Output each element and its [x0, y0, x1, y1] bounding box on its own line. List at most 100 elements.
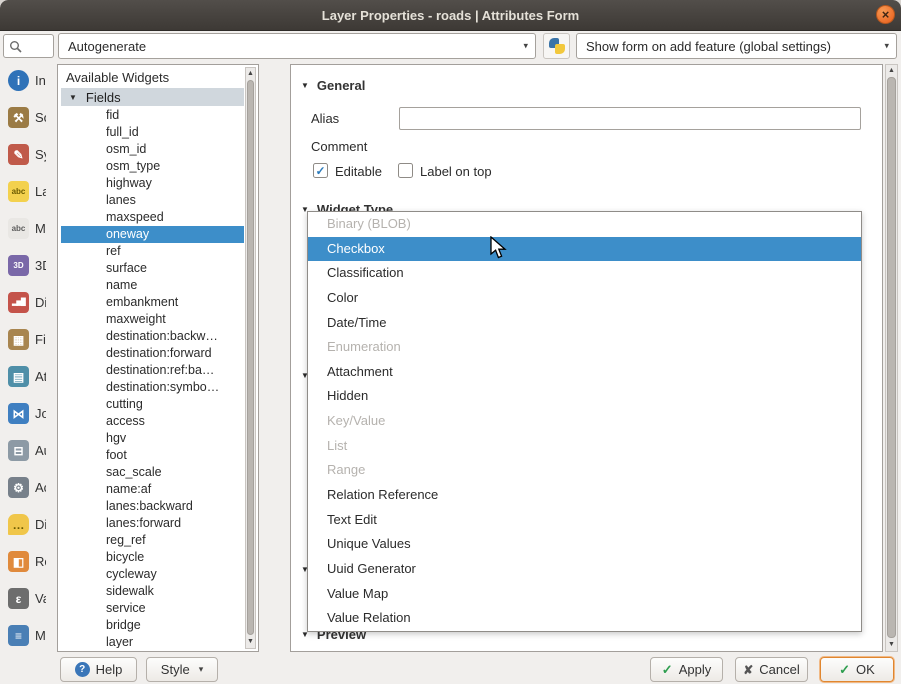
collapse-icon[interactable]: ▼ [301, 82, 309, 90]
close-button[interactable]: × [876, 5, 895, 24]
field-item[interactable]: bridge [61, 617, 244, 634]
tab-label: Information [35, 73, 46, 88]
dropdown-item[interactable]: Unique Values [308, 532, 861, 557]
titlebar[interactable]: Layer Properties - roads | Attributes Fo… [0, 0, 901, 31]
search-input[interactable] [3, 34, 54, 58]
scroll-up-icon[interactable]: ▲ [886, 66, 897, 76]
field-item[interactable]: layer [61, 634, 244, 648]
dropdown-item[interactable]: Date/Time [308, 311, 861, 336]
tab-label: Metadata [35, 628, 46, 643]
show-form-combo[interactable]: Show form on add feature (global setting… [576, 33, 897, 59]
dropdown-item[interactable]: Key/Value [308, 409, 861, 434]
field-item[interactable]: sac_scale [61, 464, 244, 481]
field-item[interactable]: embankment [61, 294, 244, 311]
sidebar-item-auxiliary-storage[interactable]: ⊟ Auxiliary Storage [0, 432, 46, 469]
autogenerate-combo[interactable]: Autogenerate ▾ [58, 33, 536, 59]
label-on-top-checkbox[interactable] [398, 163, 413, 178]
sidebar-item-diagrams[interactable]: ▂▅█ Diagrams [0, 284, 46, 321]
python-init-button[interactable] [543, 33, 570, 59]
field-item[interactable]: oneway [61, 226, 244, 243]
dropdown-item[interactable]: Color [308, 286, 861, 311]
dropdown-item[interactable]: Uuid Generator [308, 557, 861, 582]
field-item[interactable]: service [61, 600, 244, 617]
comment-label: Comment [311, 139, 367, 154]
dropdown-item[interactable]: Classification [308, 261, 861, 286]
sidebar-item-masks[interactable]: abc Masks [0, 210, 46, 247]
scroll-down-icon[interactable]: ▼ [886, 640, 897, 650]
dropdown-item[interactable]: Checkbox [308, 237, 861, 262]
field-item[interactable]: sidewalk [61, 583, 244, 600]
field-item[interactable]: highway [61, 175, 244, 192]
field-item[interactable]: foot [61, 447, 244, 464]
dropdown-item[interactable]: Value Relation [308, 606, 861, 631]
field-item[interactable]: name [61, 277, 244, 294]
sidebar-item-symbology[interactable]: ✎ Symbology [0, 136, 46, 173]
field-item[interactable]: cutting [61, 396, 244, 413]
sidebar-item-rendering[interactable]: ◧ Rendering [0, 543, 46, 580]
sidebar-item-metadata[interactable]: ≡ Metadata [0, 617, 46, 654]
field-item[interactable]: access [61, 413, 244, 430]
field-item[interactable]: destination:backw… [61, 328, 244, 345]
sidebar-item-joins[interactable]: ⋈ Joins [0, 395, 46, 432]
sidebar-item-information[interactable]: i Information [0, 62, 46, 99]
field-item[interactable]: destination:forward [61, 345, 244, 362]
fields-group-row[interactable]: ▼ Fields [61, 88, 244, 106]
editable-checkbox[interactable]: ✓ [313, 163, 328, 178]
dropdown-item[interactable]: Binary (BLOB) [308, 212, 861, 237]
sidebar-item-fields[interactable]: ▦ Fields [0, 321, 46, 358]
sidebar-item-variables[interactable]: ε Variables [0, 580, 46, 617]
field-item[interactable]: destination:symbo… [61, 379, 244, 396]
form-scrollbar-thumb[interactable] [887, 77, 896, 638]
sidebar-item-actions[interactable]: ⚙ Actions [0, 469, 46, 506]
editable-label: Editable [335, 164, 382, 179]
show-form-combo-value: Show form on add feature (global setting… [586, 39, 831, 54]
field-item[interactable]: lanes:backward [61, 498, 244, 515]
sidebar-item-source[interactable]: ⚒ Source [0, 99, 46, 136]
scroll-up-icon[interactable]: ▲ [246, 69, 255, 79]
apply-button[interactable]: ✓ Apply [650, 657, 723, 682]
dropdown-item[interactable]: Hidden [308, 384, 861, 409]
sidebar-item-attributes-form[interactable]: ▤ Attributes Form [0, 358, 46, 395]
dropdown-item[interactable]: Enumeration [308, 335, 861, 360]
dropdown-item[interactable]: List [308, 434, 861, 459]
field-item[interactable]: fid [61, 107, 244, 124]
scroll-down-icon[interactable]: ▼ [246, 637, 255, 647]
properties-tabs: i Information ⚒ Source ✎ Symbology [0, 62, 46, 654]
field-item[interactable]: osm_type [61, 158, 244, 175]
form-scrollbar[interactable]: ▲ ▼ [885, 64, 898, 652]
field-item[interactable]: ref [61, 243, 244, 260]
field-item[interactable]: cycleway [61, 566, 244, 583]
tab-icon: ε [8, 588, 29, 609]
field-list: fid full_id osm_id osm_type highway [61, 107, 244, 648]
autogenerate-combo-value: Autogenerate [68, 39, 146, 54]
help-button[interactable]: ? Help [60, 657, 137, 682]
ok-button[interactable]: ✓ OK [820, 657, 894, 682]
cancel-button[interactable]: ✘ Cancel [735, 657, 808, 682]
field-item[interactable]: bicycle [61, 549, 244, 566]
field-item[interactable]: reg_ref [61, 532, 244, 549]
expand-arrow-icon[interactable]: ▼ [69, 93, 77, 102]
field-item[interactable]: name:af [61, 481, 244, 498]
field-item[interactable]: hgv [61, 430, 244, 447]
dropdown-item[interactable]: Relation Reference [308, 483, 861, 508]
sidebar-item-3d-view[interactable]: 3D 3D View [0, 247, 46, 284]
field-item[interactable]: lanes:forward [61, 515, 244, 532]
dropdown-item[interactable]: Attachment [308, 360, 861, 385]
field-item[interactable]: full_id [61, 124, 244, 141]
field-item[interactable]: maxweight [61, 311, 244, 328]
field-item[interactable]: surface [61, 260, 244, 277]
field-item[interactable]: osm_id [61, 141, 244, 158]
widgets-scrollbar-thumb[interactable] [247, 80, 254, 635]
dropdown-item[interactable]: Range [308, 458, 861, 483]
dropdown-item[interactable]: Text Edit [308, 508, 861, 533]
alias-input[interactable] [399, 107, 861, 130]
style-button[interactable]: Style ▾ [146, 657, 218, 682]
field-item[interactable]: destination:ref:ba… [61, 362, 244, 379]
alias-label: Alias [311, 111, 339, 126]
field-item[interactable]: lanes [61, 192, 244, 209]
field-item[interactable]: maxspeed [61, 209, 244, 226]
sidebar-item-labels[interactable]: abc Labels [0, 173, 46, 210]
dropdown-item[interactable]: Value Map [308, 582, 861, 607]
widgets-scrollbar[interactable]: ▲ ▼ [245, 67, 256, 649]
sidebar-item-display[interactable]: … Display [0, 506, 46, 543]
